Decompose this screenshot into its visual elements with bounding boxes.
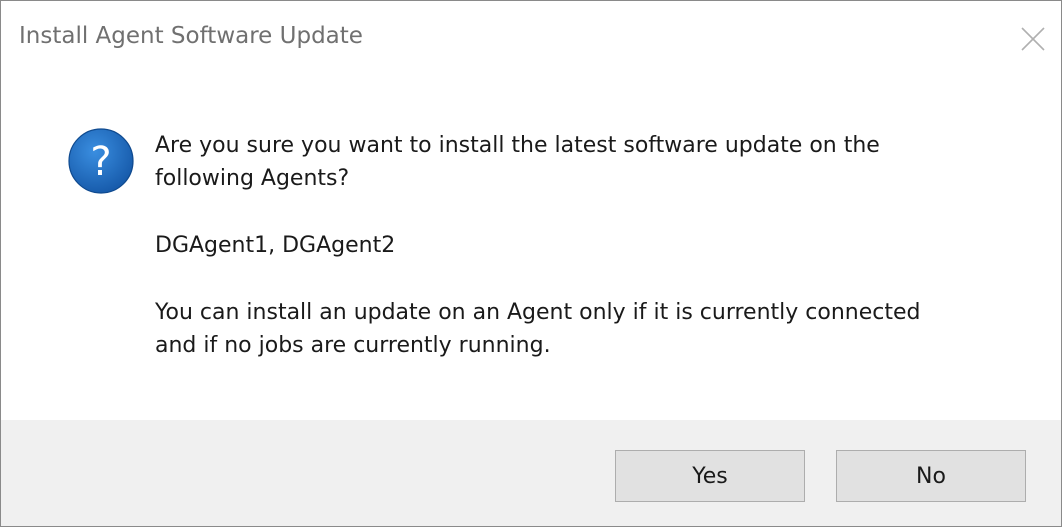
dialog-content: ? Are you sure you want to install the l… — [1, 79, 1061, 419]
note-line-1: You can install an update on an Agent on… — [155, 300, 921, 325]
svg-text:?: ? — [90, 139, 111, 185]
no-button[interactable]: No — [836, 450, 1026, 502]
message-line-2: following Agents? — [155, 166, 350, 191]
yes-button[interactable]: Yes — [615, 450, 805, 502]
title-bar: Install Agent Software Update — [1, 1, 1061, 79]
note-line-2: and if no jobs are currently running. — [155, 333, 551, 358]
close-button[interactable] — [1015, 21, 1051, 57]
agent-list: DGAgent1, DGAgent2 — [155, 233, 396, 258]
close-icon — [1021, 27, 1045, 51]
install-update-dialog: Install Agent Software Update ? Are you … — [0, 0, 1062, 527]
message-line-1: Are you sure you want to install the lat… — [155, 133, 880, 158]
button-bar: Yes No — [1, 420, 1061, 526]
dialog-title: Install Agent Software Update — [19, 23, 363, 49]
dialog-message: Are you sure you want to install the lat… — [155, 129, 1025, 362]
question-icon: ? — [67, 127, 135, 195]
